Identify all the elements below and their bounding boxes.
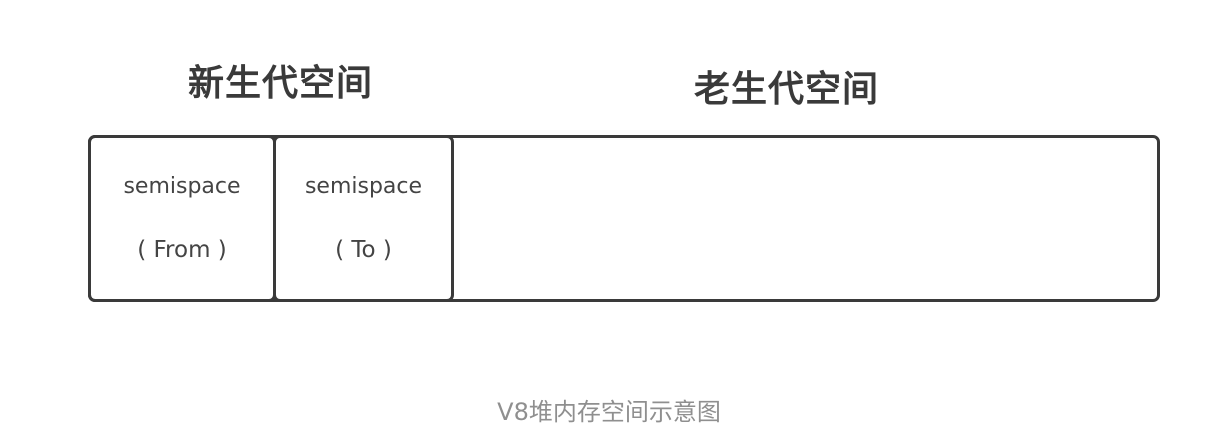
semispace-from-label: semispace xyxy=(123,174,241,199)
semispace-from-box: semispace ( From ) xyxy=(88,135,276,302)
semispace-from-sublabel: ( From ) xyxy=(137,237,227,263)
semispace-to-label: semispace xyxy=(304,174,423,199)
figure-caption: V8堆内存空间示意图 xyxy=(497,398,721,426)
young-generation-heading: 新生代空间 xyxy=(188,63,374,104)
semispace-to-box: semispace ( To ) xyxy=(273,135,454,302)
semispace-to-sublabel: ( To ) xyxy=(335,237,392,263)
old-generation-heading: 老生代空间 xyxy=(694,69,880,110)
